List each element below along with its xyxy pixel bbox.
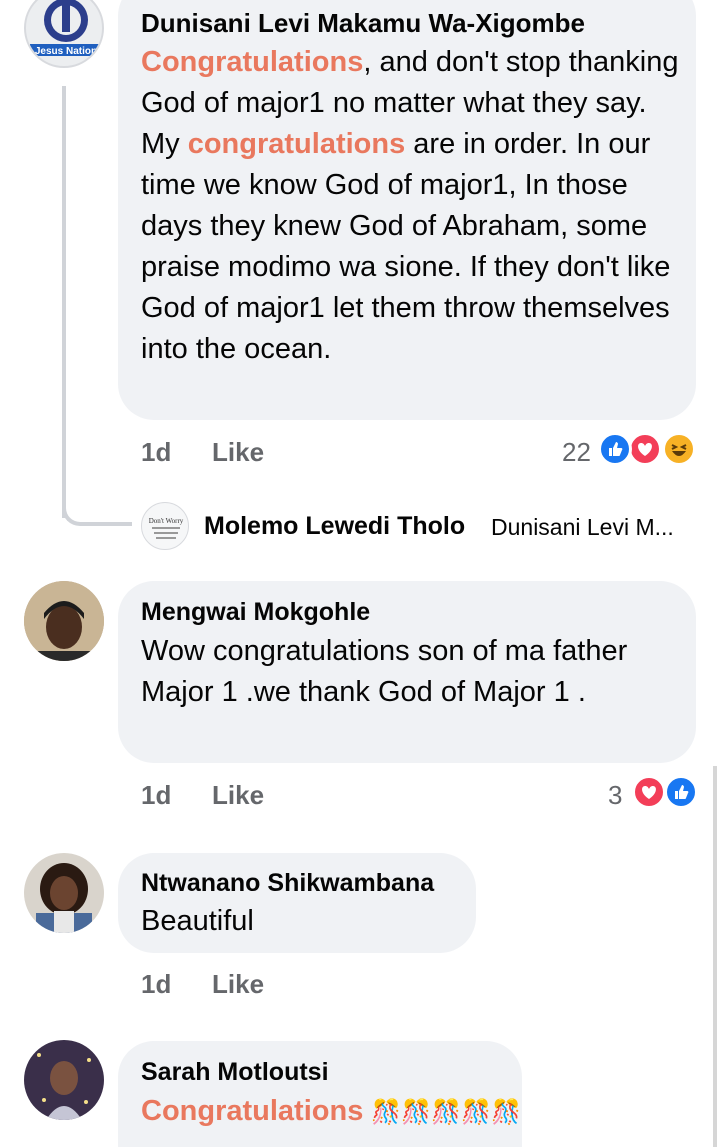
svg-text:Don't Worry: Don't Worry: [149, 517, 184, 525]
reaction-count[interactable]: 22: [562, 437, 591, 468]
comment-text: Wow congratulations son of ma father Maj…: [141, 635, 628, 708]
avatar[interactable]: [24, 1040, 104, 1120]
thread-branch: [62, 500, 132, 526]
person-photo-icon: [24, 1040, 104, 1120]
comment-text: Beautiful: [141, 905, 254, 937]
like-icon: [598, 432, 632, 466]
comment-text: Congratulations 🎊🎊🎊🎊🎊: [141, 1091, 521, 1133]
svg-text:Jesus Nation: Jesus Nation: [35, 46, 97, 57]
avatar[interactable]: [24, 581, 104, 661]
highlight-text: congratulations: [187, 128, 406, 160]
comment-time[interactable]: 1d: [141, 969, 171, 1000]
comment-time[interactable]: 1d: [141, 780, 171, 811]
person-photo-icon: [24, 581, 104, 661]
thread-line: [62, 86, 66, 518]
like-button[interactable]: Like: [212, 969, 264, 1000]
scrollbar[interactable]: [713, 766, 717, 1147]
confetti-emoji: 🎊🎊🎊🎊🎊: [371, 1099, 521, 1126]
avatar[interactable]: [24, 853, 104, 933]
comment-author[interactable]: Mengwai Mokgohle: [141, 598, 370, 627]
comment-text: Congratulations, and don't stop thanking…: [141, 46, 679, 365]
comment-author[interactable]: Ntwanano Shikwambana: [141, 869, 434, 898]
avatar[interactable]: Jesus Nation: [24, 0, 104, 68]
like-button[interactable]: Like: [212, 780, 264, 811]
comment-time[interactable]: 1d: [141, 437, 171, 468]
like-icon: [664, 775, 698, 809]
avatar[interactable]: Don't Worry: [141, 502, 189, 550]
highlight-text: Congratulations: [141, 1095, 364, 1127]
church-logo-icon: Jesus Nation: [30, 0, 102, 57]
like-button[interactable]: Like: [212, 437, 264, 468]
quote-image-icon: Don't Worry: [149, 517, 184, 539]
comment-author[interactable]: Dunisani Levi Makamu Wa-Xigombe: [141, 8, 585, 39]
highlight-text: Congratulations: [141, 46, 364, 78]
haha-icon: [662, 432, 696, 466]
person-photo-icon: [24, 853, 104, 933]
love-icon: [628, 432, 662, 466]
reply-author[interactable]: Molemo Lewedi Tholo: [204, 512, 465, 541]
love-icon: [632, 775, 666, 809]
reaction-count[interactable]: 3: [608, 780, 622, 811]
reply-preview[interactable]: Dunisani Levi M...: [491, 514, 674, 541]
comment-author[interactable]: Sarah Motloutsi: [141, 1058, 329, 1087]
